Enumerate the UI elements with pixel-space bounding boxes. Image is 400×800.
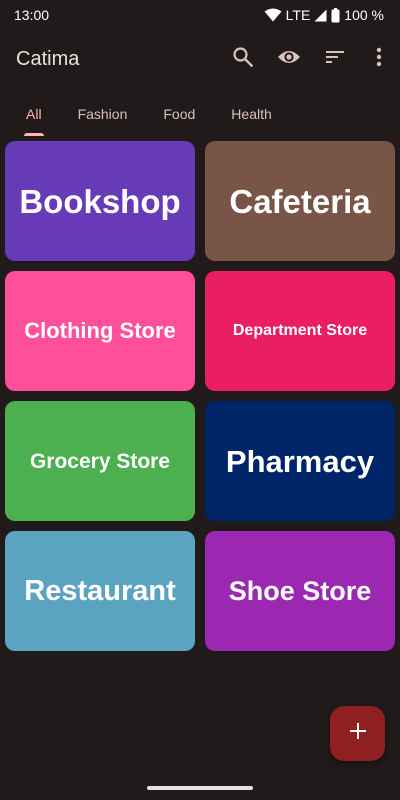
app-bar-actions [220, 36, 400, 82]
card-department-store[interactable]: Department Store [205, 271, 395, 391]
wifi-icon [264, 8, 282, 22]
screen: 13:00 LTE 100 % Catima All Fashion Food … [0, 0, 400, 800]
plus-icon [349, 723, 366, 744]
card-cafeteria[interactable]: Cafeteria [205, 141, 395, 261]
card-restaurant[interactable]: Restaurant [5, 531, 195, 651]
card-label: Bookshop [19, 182, 181, 220]
eye-icon [277, 48, 301, 71]
tab-label: All [26, 106, 42, 122]
search-button[interactable] [220, 36, 266, 82]
card-pharmacy[interactable]: Pharmacy [205, 401, 395, 521]
card-shoe-store[interactable]: Shoe Store [205, 531, 395, 651]
card-label: Shoe Store [228, 575, 372, 606]
tab-label: Food [163, 106, 196, 122]
tab-all[interactable]: All [18, 92, 50, 136]
tab-indicator [24, 133, 44, 136]
tab-label: Fashion [77, 106, 128, 122]
view-button[interactable] [266, 36, 312, 82]
card-label: Restaurant [24, 574, 176, 607]
sort-button[interactable] [312, 36, 358, 82]
search-icon [232, 46, 254, 73]
tab-health[interactable]: Health [223, 92, 279, 136]
more-vertical-icon [376, 47, 382, 72]
more-options-button[interactable] [358, 36, 400, 82]
network-type: LTE [285, 7, 311, 23]
card-label: Pharmacy [225, 443, 375, 479]
battery-icon [331, 7, 340, 23]
card-label: Grocery Store [29, 449, 171, 473]
battery-level: 100 % [344, 7, 384, 23]
card-grid: Bookshop Cafeteria Clothing Store Depart… [5, 141, 396, 651]
card-label: Department Store [232, 322, 368, 339]
cellular-signal-icon [314, 9, 327, 22]
tab-label: Health [231, 106, 272, 122]
app-title: Catima [16, 47, 80, 70]
card-clothing-store[interactable]: Clothing Store [5, 271, 195, 391]
status-time: 13:00 [14, 7, 50, 23]
add-card-button[interactable] [330, 706, 385, 761]
card-label: Cafeteria [229, 182, 371, 220]
card-label: Clothing Store [24, 318, 176, 343]
tab-food[interactable]: Food [155, 92, 203, 136]
group-tabs: All Fashion Food Health [0, 92, 400, 136]
card-grocery-store[interactable]: Grocery Store [5, 401, 195, 521]
card-bookshop[interactable]: Bookshop [5, 141, 195, 261]
app-bar: Catima [0, 30, 400, 88]
gesture-nav-handle[interactable] [147, 786, 253, 790]
tab-fashion[interactable]: Fashion [70, 92, 136, 136]
sort-icon [325, 49, 345, 70]
status-indicators: LTE 100 % [264, 7, 384, 23]
status-bar: 13:00 LTE 100 % [0, 0, 400, 30]
